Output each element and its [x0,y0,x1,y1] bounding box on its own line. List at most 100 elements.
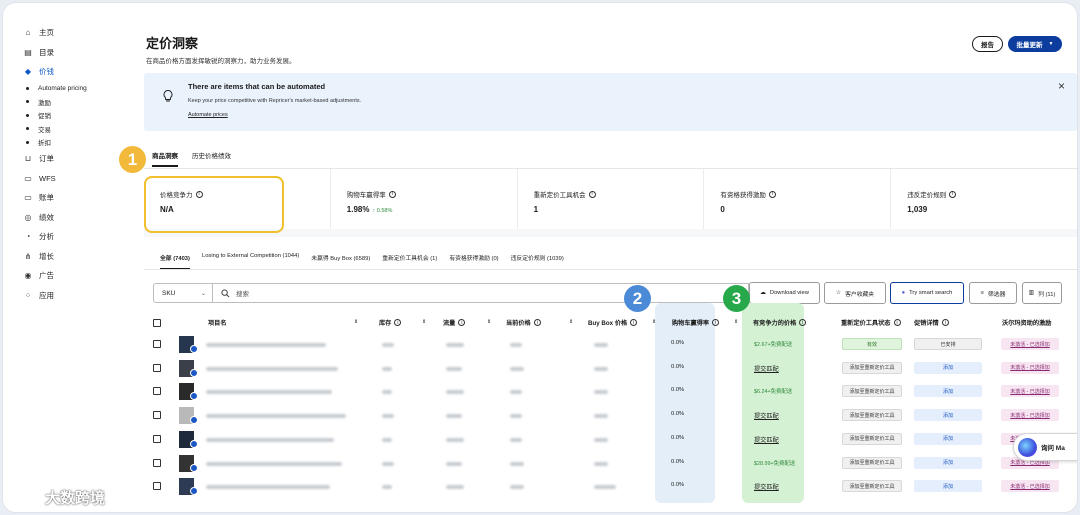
incentive-status-link[interactable]: 未激活 - 已选择加 [1001,361,1059,374]
repricer-status-button[interactable]: 添加至重新定价工具 [842,361,902,374]
col-traffic[interactable]: 流量 i [443,318,466,327]
tab-repricer-opportunity[interactable]: 重新定价工具机会 (1) [382,253,437,270]
tab-item-insights[interactable]: 商品洞察 [152,150,178,167]
col-walmart-incentive[interactable]: 沃尔玛资助的激励 [1002,318,1052,327]
growth-icon: ⋔ [24,251,32,261]
repricer-status-button[interactable]: 添加至重新定价工具 [842,409,902,422]
col-competitive-price[interactable]: 有竞争力的价格 i [753,318,807,327]
sidebar-subitem-automate-pricing[interactable]: Automate pricing [3,82,141,96]
col-promo-details[interactable]: 促销详情 i [914,318,949,327]
submit-match-link[interactable]: 提交匹配 [754,482,779,491]
col-inventory[interactable]: 库存 i [379,318,402,327]
info-icon[interactable]: i [949,190,957,198]
sort-icon[interactable]: ⇕ [422,319,426,325]
sidebar-subitem-deals[interactable]: 交易 [3,122,141,136]
submit-match-link[interactable]: 提交匹配 [754,411,779,420]
promo-details-button[interactable]: 添加 [914,480,982,493]
download-view-button[interactable]: ☁ Download view [749,282,820,304]
repricer-status-button[interactable]: 添加至重新定价工具 [842,385,902,398]
sku-select[interactable]: SKU ⌄ [153,283,213,303]
repricer-status-button[interactable]: 添加至重新定价工具 [842,432,902,445]
promo-details-button[interactable]: 添加 [914,409,982,422]
info-icon[interactable]: i [768,190,776,198]
sidebar-subitem-discounts[interactable]: 折扣 [3,136,141,150]
tab-losing-external[interactable]: Losing to External Competition (1044) [202,253,299,270]
smart-search-button[interactable]: ● Try smart search [890,282,964,304]
chevron-down-icon: ▼ [1048,41,1054,47]
sidebar-item-pricing[interactable]: ◆ 价钱 [3,62,141,82]
sort-icon[interactable]: ⇕ [487,319,491,325]
sidebar-item-ads[interactable]: ◉ 广告 [3,266,141,286]
col-buybox-price[interactable]: Buy Box 价格 i [588,318,638,327]
tab-rule-violations[interactable]: 违反定价规则 (1039) [511,253,564,270]
price-tag-icon: ◆ [24,67,32,77]
incentive-status-link[interactable]: 未激活 - 已选择加 [1001,480,1059,493]
sidebar-item-billing[interactable]: ▭ 账单 [3,188,141,208]
item-name-blurred[interactable] [206,390,332,395]
repricer-status-button[interactable]: 添加至重新定价工具 [842,480,902,493]
tab-price-history[interactable]: 历史价格绩效 [192,150,231,167]
item-name-blurred[interactable] [206,437,334,442]
row-checkbox[interactable] [153,482,161,491]
chat-assistant-button[interactable]: 询问 Ma [1013,433,1077,461]
incentive-status-link[interactable]: 未激活 - 已选择加 [1001,385,1059,398]
row-checkbox[interactable] [153,458,161,467]
sidebar-item-performance[interactable]: ◎ 绩效 [3,208,141,228]
col-repricer-status[interactable]: 重新定价工具状态 i [841,318,901,327]
col-current-price[interactable]: 当前价格 i [506,318,541,327]
tab-incentive-eligible[interactable]: 有资格获得激励 (0) [449,253,498,270]
info-icon[interactable]: i [588,190,596,198]
incentive-status-link[interactable]: 未激活 - 已选择加 [1001,409,1059,422]
sidebar-item-home[interactable]: ⌂ 主页 [3,23,141,43]
col-item-name[interactable]: 项目名 [208,318,227,327]
sort-icon[interactable]: ⇕ [569,319,573,325]
submit-match-link[interactable]: 提交匹配 [754,364,779,373]
customer-favorites-button[interactable]: ☆ 客户收藏夹 [824,282,886,304]
report-button[interactable]: 报告 [972,36,1003,52]
bulk-update-button[interactable]: 批量更新 ▼ [1008,36,1062,52]
info-icon: i [458,319,466,326]
sort-icon[interactable]: ⇕ [354,319,358,325]
row-checkbox[interactable] [153,411,161,420]
filter-button[interactable]: ≡ 筛选器 [969,282,1017,304]
repricer-status-button[interactable]: 有效 [842,338,902,350]
sidebar-item-analytics[interactable]: ◔ 分析 [3,227,141,247]
info-icon[interactable]: i [388,190,396,198]
submit-match-link[interactable]: 提交匹配 [754,435,779,444]
sidebar-subitem-promotions[interactable]: 促销 [3,109,141,123]
col-win-rate[interactable]: 购物车赢得率 i [672,318,720,327]
item-name-blurred[interactable] [206,343,326,347]
item-name-blurred[interactable] [206,366,338,371]
promo-details-button[interactable]: 添加 [914,456,982,469]
promo-details-button[interactable]: 已安排 [914,338,982,350]
sidebar-item-catalog[interactable]: ▤ 目录 [3,43,141,63]
automate-prices-link[interactable]: Automate prices [188,112,228,118]
tab-all[interactable]: 全部 (7403) [160,253,190,270]
sidebar-subitem-incentives[interactable]: 激励 [3,95,141,109]
sidebar-item-apps[interactable]: ⁘ 应用 [3,286,141,306]
row-checkbox[interactable] [153,387,161,396]
sidebar-item-wfs[interactable]: ▭ WFS [3,169,141,189]
promo-details-button[interactable]: 添加 [914,361,982,374]
promo-details-button[interactable]: 添加 [914,385,982,398]
item-name-blurred[interactable] [206,461,342,466]
row-checkbox[interactable] [153,340,161,348]
item-name-blurred[interactable] [206,414,346,419]
metric-pricing-rule-violations: 违反定价规则 i 1,039 [891,169,1077,229]
incentive-status-link[interactable]: 未激活 - 已选择加 [1001,338,1059,350]
tab-not-winning-buybox[interactable]: 未赢得 Buy Box (6589) [311,253,370,270]
repricer-status-button[interactable]: 添加至重新定价工具 [842,456,902,469]
sidebar-item-growth[interactable]: ⋔ 增长 [3,247,141,267]
item-name-blurred[interactable] [206,485,330,490]
row-checkbox[interactable] [153,434,161,443]
search-input[interactable]: 搜索 [213,283,749,303]
columns-button[interactable]: ▥ 列 (11) [1022,282,1062,304]
promo-details-button[interactable]: 添加 [914,432,982,445]
select-all-checkbox[interactable] [153,319,161,327]
close-icon[interactable]: × [1058,79,1065,93]
sort-icon[interactable]: ⇕ [652,319,656,325]
info-icon: i [893,319,901,326]
row-checkbox[interactable] [153,363,161,372]
buybox-price-blurred [594,437,608,442]
sort-icon[interactable]: ⇕ [734,319,738,325]
